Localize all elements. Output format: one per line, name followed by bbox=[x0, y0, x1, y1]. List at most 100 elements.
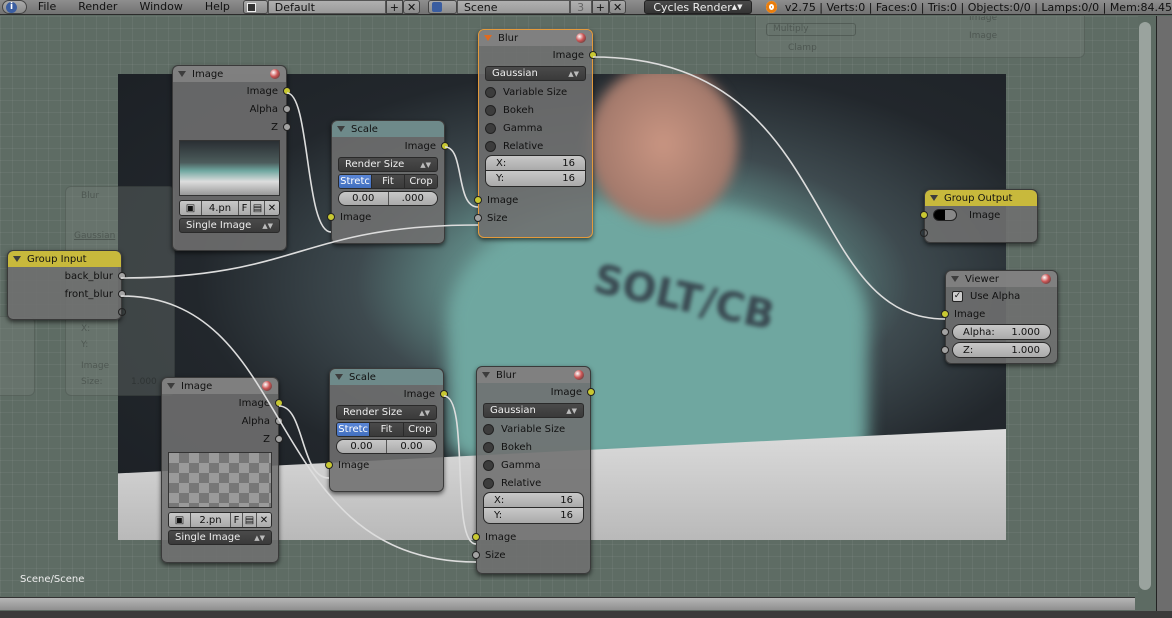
socket-alpha-out[interactable] bbox=[283, 105, 291, 113]
collapse-icon[interactable] bbox=[951, 276, 959, 282]
node-header[interactable]: Group Input bbox=[8, 251, 121, 267]
blur-y-field[interactable]: Y: 16 bbox=[483, 508, 584, 524]
collapse-icon[interactable] bbox=[484, 35, 492, 41]
mode-crop-button[interactable]: Crop bbox=[405, 175, 437, 188]
blur-node-bottom[interactable]: Blur Image Gaussian ▲▼ Variable Size Boke… bbox=[472, 366, 595, 574]
pack-button[interactable]: ▤ bbox=[243, 513, 257, 527]
z-field[interactable]: Z: 1.000 bbox=[952, 342, 1051, 358]
gamma-checkbox[interactable]: Gamma bbox=[479, 119, 592, 137]
offset-x-field[interactable]: 0.00 bbox=[337, 440, 387, 453]
collapse-icon[interactable] bbox=[335, 374, 343, 380]
scale-space-dropdown[interactable]: Render Size ▲▼ bbox=[338, 157, 438, 172]
node-header[interactable]: Blur bbox=[477, 367, 590, 383]
blur-x-field[interactable]: X: 16 bbox=[483, 492, 584, 508]
scene-name-field[interactable]: Scene bbox=[456, 0, 571, 14]
variable-size-checkbox[interactable]: Variable Size bbox=[477, 420, 590, 438]
socket-image-in[interactable] bbox=[325, 461, 333, 469]
socket-empty-in[interactable] bbox=[920, 229, 928, 237]
socket-size-in[interactable] bbox=[472, 551, 480, 559]
socket-size-in[interactable] bbox=[474, 214, 482, 222]
socket-z-out[interactable] bbox=[275, 435, 283, 443]
socket-empty-out[interactable] bbox=[118, 308, 126, 316]
socket-z-out[interactable] bbox=[283, 123, 291, 131]
image-filename-field[interactable]: 4.pn bbox=[202, 201, 239, 215]
image-filename-field[interactable]: 2.pn bbox=[191, 513, 231, 527]
socket-image-out[interactable] bbox=[589, 51, 597, 59]
scale-node-bottom[interactable]: Scale Image Render Size ▲▼ Stretc Fit Cro… bbox=[325, 368, 448, 492]
socket-alpha-in[interactable] bbox=[941, 328, 949, 336]
collapse-icon[interactable] bbox=[167, 383, 175, 389]
socket-image-in[interactable] bbox=[941, 310, 949, 318]
preview-sphere-icon[interactable] bbox=[270, 69, 280, 79]
image-browse-button[interactable]: ▣ bbox=[169, 513, 191, 527]
node-editor-canvas[interactable]: SOLT/CB Multiply Clamp Image Image Blur … bbox=[0, 16, 1138, 596]
color-swatch[interactable] bbox=[933, 209, 957, 221]
relative-checkbox[interactable]: Relative bbox=[477, 474, 590, 492]
node-header[interactable]: Image bbox=[173, 66, 286, 82]
collapse-icon[interactable] bbox=[482, 372, 490, 378]
fake-user-button[interactable]: F bbox=[231, 513, 243, 527]
preview-sphere-icon[interactable] bbox=[262, 381, 272, 391]
editor-type-button[interactable]: i bbox=[2, 0, 27, 14]
mode-stretch-button[interactable]: Stretc bbox=[339, 175, 372, 188]
vertical-scrollbar[interactable] bbox=[1139, 22, 1151, 590]
scale-node-top[interactable]: Scale Image Render Size ▲▼ Stretc Fit Cro… bbox=[327, 120, 449, 244]
filter-type-dropdown[interactable]: Gaussian ▲▼ bbox=[485, 66, 586, 81]
render-engine-dropdown[interactable]: Cycles Render ▲▼ bbox=[644, 0, 752, 14]
socket-back-blur-out[interactable] bbox=[118, 272, 126, 280]
offset-y-field[interactable]: .000 bbox=[388, 192, 437, 205]
group-input-node[interactable]: Group Input back_blur front_blur bbox=[7, 250, 126, 320]
mode-fit-button[interactable]: Fit bbox=[372, 175, 405, 188]
socket-image-out[interactable] bbox=[275, 399, 283, 407]
image-node-bottom[interactable]: Image Image Alpha Z ▣ 2.pn F ▤ ✕ Single … bbox=[161, 377, 283, 563]
add-scene-button[interactable]: + bbox=[591, 0, 609, 14]
mode-crop-button[interactable]: Crop bbox=[403, 423, 436, 436]
socket-alpha-out[interactable] bbox=[275, 417, 283, 425]
menu-render[interactable]: Render bbox=[67, 0, 128, 14]
scale-space-dropdown[interactable]: Render Size ▲▼ bbox=[336, 405, 437, 420]
bokeh-checkbox[interactable]: Bokeh bbox=[479, 101, 592, 119]
menu-file[interactable]: File bbox=[27, 0, 67, 14]
socket-image-out[interactable] bbox=[283, 87, 291, 95]
filter-type-dropdown[interactable]: Gaussian ▲▼ bbox=[483, 403, 584, 418]
node-header[interactable]: Scale bbox=[330, 369, 443, 385]
use-alpha-checkbox[interactable]: ✓ Use Alpha bbox=[946, 287, 1057, 305]
layout-name-field[interactable]: Default bbox=[267, 0, 386, 14]
node-header[interactable]: Blur bbox=[479, 30, 592, 46]
offset-y-field[interactable]: 0.00 bbox=[387, 440, 436, 453]
blur-node-top[interactable]: Blur Image Gaussian ▲▼ Variable Size Boke… bbox=[474, 29, 597, 238]
collapse-icon[interactable] bbox=[337, 126, 345, 132]
mode-stretch-button[interactable]: Stretc bbox=[337, 423, 371, 436]
blur-x-field[interactable]: X: 16 bbox=[485, 155, 586, 171]
collapse-icon[interactable] bbox=[178, 71, 186, 77]
socket-image-in[interactable] bbox=[474, 196, 482, 204]
pack-button[interactable]: ▤ bbox=[251, 201, 265, 215]
node-header[interactable]: Scale bbox=[332, 121, 444, 137]
relative-checkbox[interactable]: Relative bbox=[479, 137, 592, 155]
menu-help[interactable]: Help bbox=[194, 0, 241, 14]
image-node-top[interactable]: Image Image Alpha Z ▣ 4.pn F ▤ ✕ Single … bbox=[172, 65, 291, 251]
socket-image-out[interactable] bbox=[441, 142, 449, 150]
delete-scene-button[interactable]: ✕ bbox=[608, 0, 627, 14]
group-output-node[interactable]: Group Output Image bbox=[920, 189, 1038, 243]
node-header[interactable]: Group Output bbox=[925, 190, 1037, 206]
image-source-dropdown[interactable]: Single Image ▲▼ bbox=[168, 530, 272, 545]
variable-size-checkbox[interactable]: Variable Size bbox=[479, 83, 592, 101]
image-source-dropdown[interactable]: Single Image ▲▼ bbox=[179, 218, 280, 233]
bokeh-checkbox[interactable]: Bokeh bbox=[477, 438, 590, 456]
socket-image-in[interactable] bbox=[472, 533, 480, 541]
delete-layout-button[interactable]: ✕ bbox=[402, 0, 421, 14]
socket-image-out[interactable] bbox=[587, 388, 595, 396]
collapse-icon[interactable] bbox=[13, 256, 21, 262]
scene-selector-button[interactable] bbox=[428, 0, 457, 14]
horizontal-scrollbar[interactable] bbox=[0, 597, 1135, 610]
unlink-button[interactable]: ✕ bbox=[257, 513, 271, 527]
node-header[interactable]: Image bbox=[162, 378, 278, 394]
preview-sphere-icon[interactable] bbox=[574, 370, 584, 380]
add-layout-button[interactable]: + bbox=[385, 0, 403, 14]
collapse-icon[interactable] bbox=[930, 195, 938, 201]
viewer-node[interactable]: Viewer ✓ Use Alpha Image Alpha: 1.000 Z: 1.… bbox=[941, 270, 1058, 364]
layout-selector-button[interactable] bbox=[242, 0, 268, 14]
offset-x-field[interactable]: 0.00 bbox=[339, 192, 389, 205]
menu-window[interactable]: Window bbox=[128, 0, 193, 14]
